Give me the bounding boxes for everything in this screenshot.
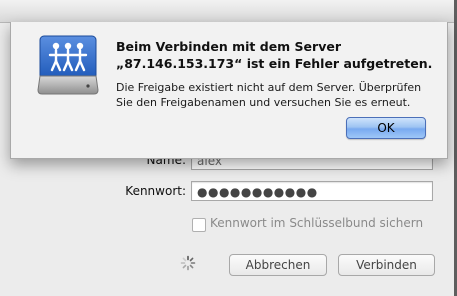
password-field[interactable]: ●●●●●●●●●●● <box>191 181 433 201</box>
cancel-button[interactable]: Abbrechen <box>229 254 327 276</box>
connect-button[interactable]: Verbinden <box>338 254 435 276</box>
shared-server-icon <box>37 35 99 95</box>
ok-button[interactable]: OK <box>346 117 426 139</box>
keychain-checkbox[interactable] <box>192 218 206 232</box>
alert-title-line-2: „87.146.153.173“ ist ein Fehler aufgetre… <box>116 56 433 71</box>
window-titlebar <box>0 0 457 23</box>
alert-title-line-1: Beim Verbinden mit dem Server <box>116 39 341 54</box>
alert-title: Beim Verbinden mit dem Server „87.146.15… <box>116 38 436 72</box>
alert-message: Die Freigabe existiert nicht auf dem Ser… <box>116 81 422 109</box>
keychain-checkbox-label: Kennwort im Schlüsselbund sichern <box>210 216 424 230</box>
loading-spinner-icon <box>180 255 196 271</box>
password-label: Kennwort: <box>125 184 186 198</box>
